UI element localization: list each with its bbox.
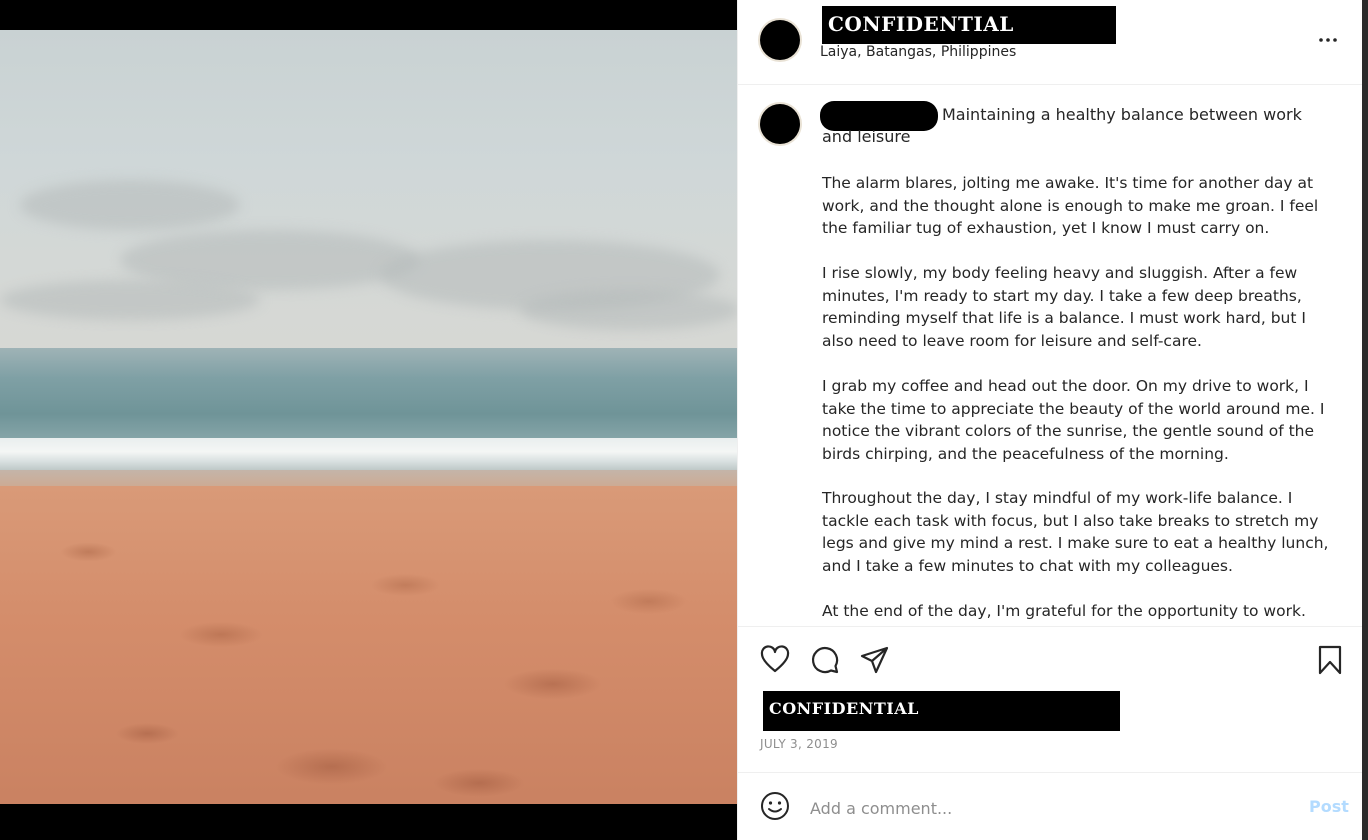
more-options-icon[interactable] bbox=[1316, 28, 1340, 52]
action-bar bbox=[738, 626, 1362, 688]
caption-paragraph: I grab my coffee and head out the door. … bbox=[822, 377, 1325, 463]
post-photo bbox=[0, 30, 737, 804]
caption-area: Maintaining a healthy balance between wo… bbox=[738, 86, 1362, 626]
post-location[interactable]: Laiya, Batangas, Philippines bbox=[820, 44, 1016, 60]
likes-redaction: CONFIDENTIAL bbox=[763, 691, 1120, 731]
post-header: CONFIDENTIAL Laiya, Batangas, Philippine… bbox=[738, 0, 1362, 85]
photo-sky bbox=[0, 30, 737, 360]
caption-paragraph: The alarm blares, jolting me awake. It's… bbox=[822, 174, 1319, 237]
post-date[interactable]: JULY 3, 2019 bbox=[760, 737, 838, 751]
post-modal: CONFIDENTIAL Laiya, Batangas, Philippine… bbox=[0, 0, 1368, 840]
photo-wave bbox=[0, 438, 737, 472]
window-edge bbox=[1362, 0, 1368, 840]
caption-avatar[interactable] bbox=[760, 104, 800, 144]
send-icon[interactable] bbox=[859, 644, 891, 676]
comment-icon[interactable] bbox=[809, 644, 841, 676]
heart-icon[interactable] bbox=[759, 644, 791, 676]
bookmark-icon[interactable] bbox=[1314, 644, 1346, 676]
post-comment-button[interactable]: Post bbox=[1309, 797, 1349, 816]
photo-sand bbox=[0, 486, 737, 804]
caption-paragraph: I rise slowly, my body feeling heavy and… bbox=[822, 264, 1306, 350]
comment-bar: Post bbox=[738, 772, 1362, 840]
username-redaction: CONFIDENTIAL bbox=[822, 6, 1116, 44]
emoji-icon[interactable] bbox=[760, 791, 792, 823]
caption-paragraph: At the end of the day, I'm grateful for … bbox=[822, 602, 1306, 620]
comment-input[interactable] bbox=[810, 795, 1270, 821]
caption-title: Maintaining a healthy balance between wo… bbox=[822, 105, 1302, 146]
avatar[interactable] bbox=[760, 20, 800, 60]
post-side-panel: CONFIDENTIAL Laiya, Batangas, Philippine… bbox=[737, 0, 1362, 840]
caption-paragraph: Throughout the day, I stay mindful of my… bbox=[822, 489, 1329, 575]
